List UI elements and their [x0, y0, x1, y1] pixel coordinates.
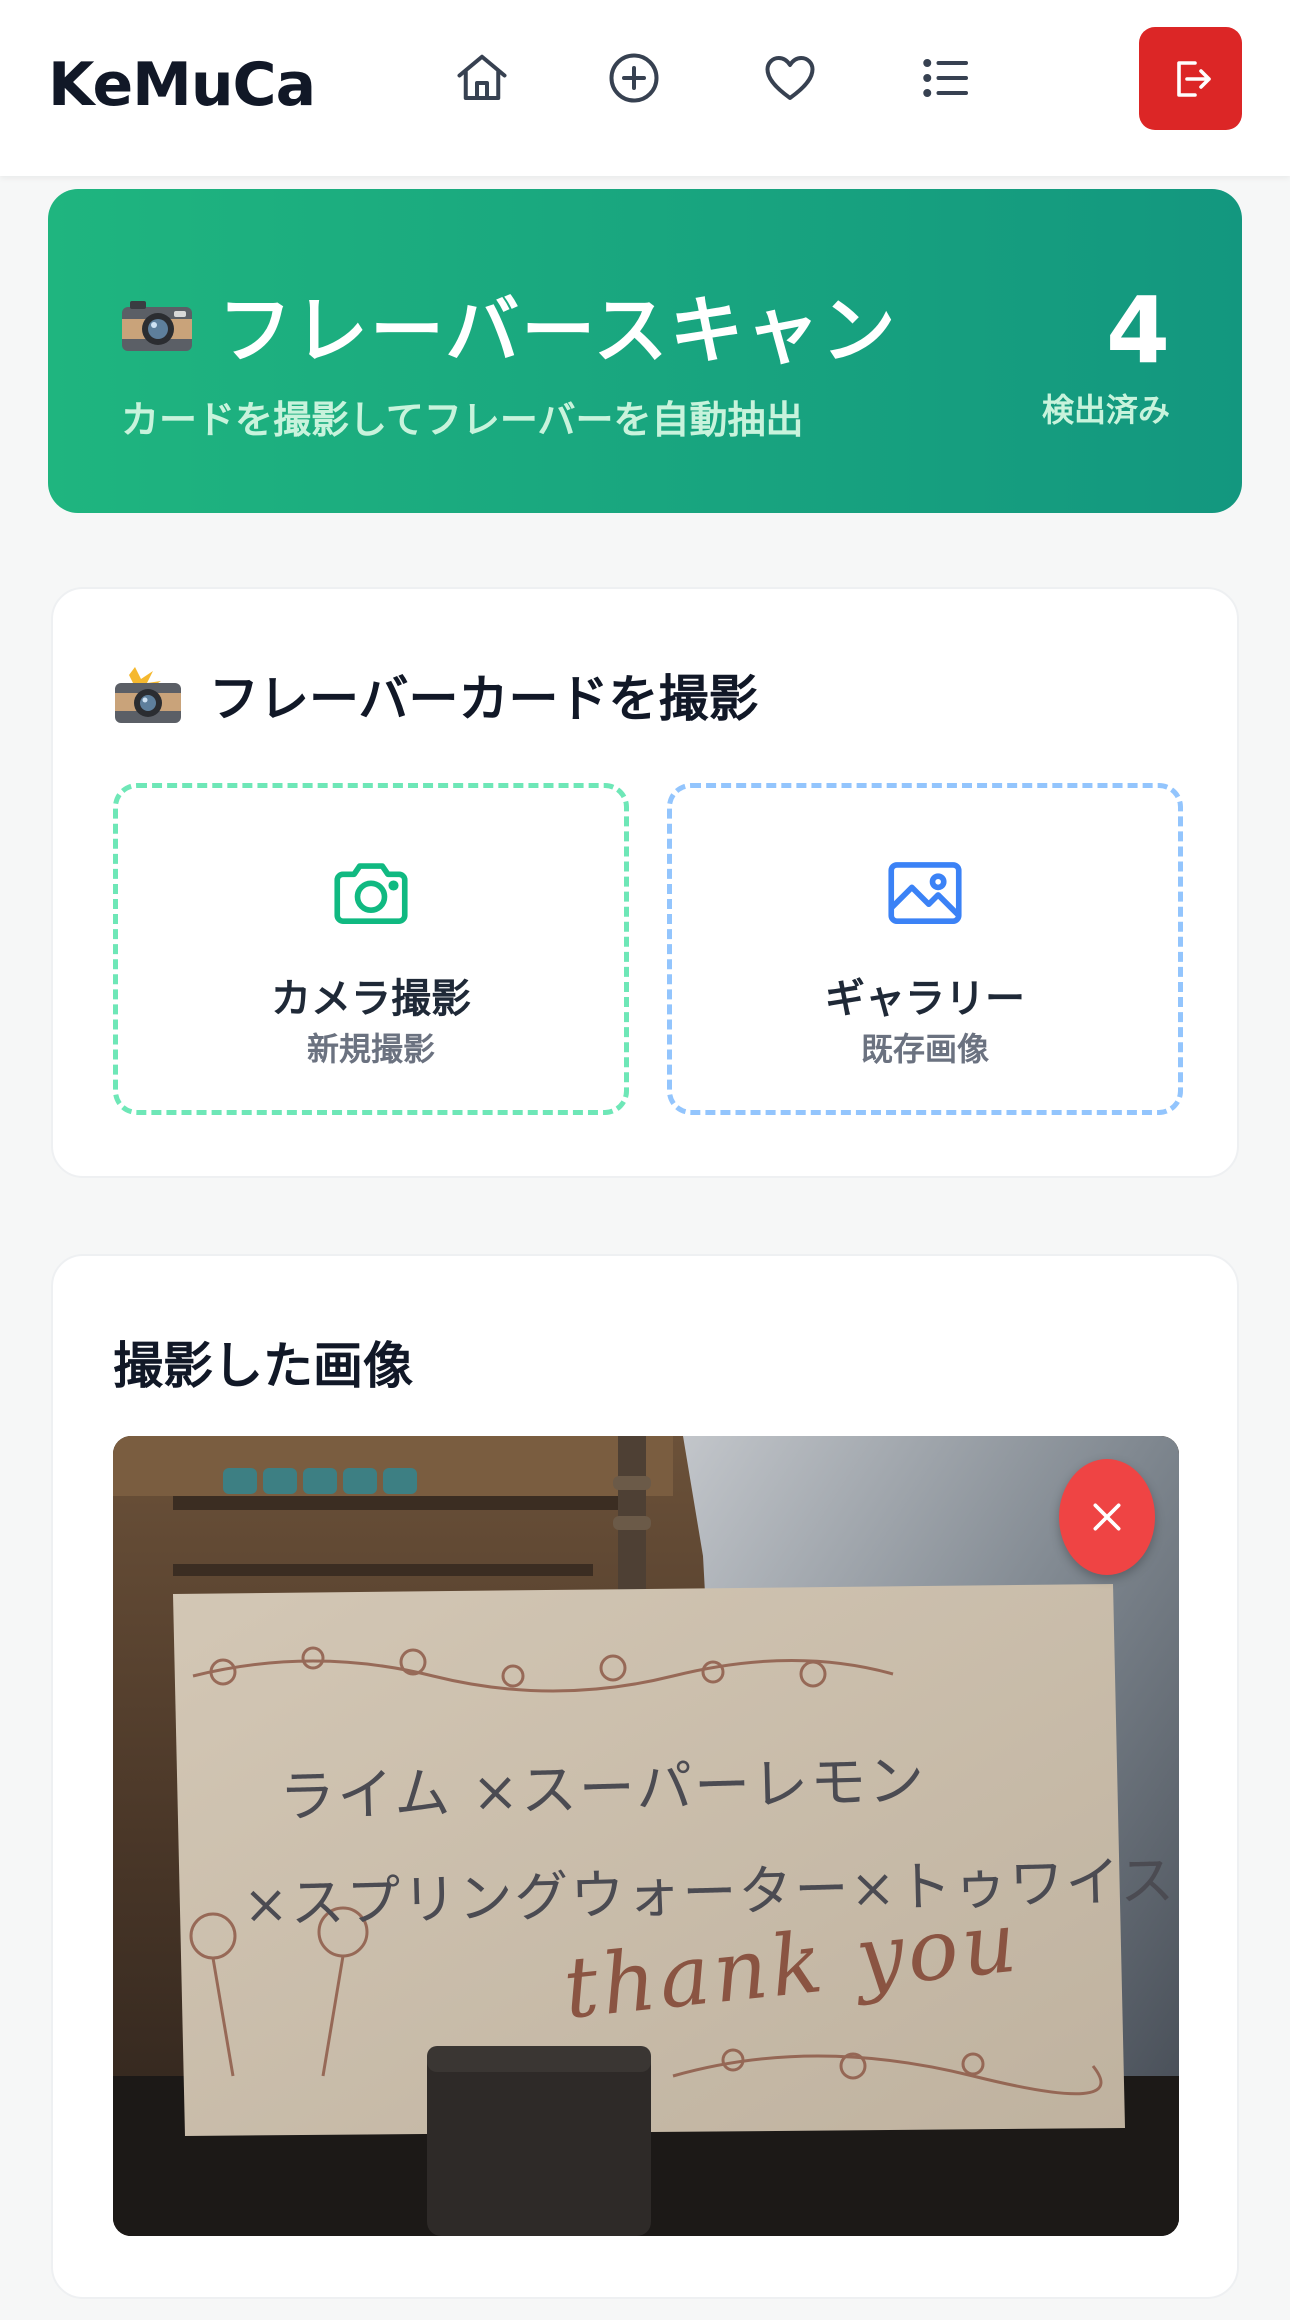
camera-flash-emoji-icon	[115, 667, 181, 723]
camera-emoji-icon	[122, 300, 192, 351]
gallery-option-label: ギャラリー	[825, 976, 1025, 1022]
list-icon[interactable]	[904, 36, 988, 120]
flavor-scan-banner: フレーバースキャン カードを撮影してフレーバーを自動抽出 4 検出済み	[48, 189, 1242, 513]
banner-subtitle: カードを撮影してフレーバーを自動抽出	[121, 398, 804, 442]
logout-icon	[1176, 60, 1211, 97]
detected-count: 4	[1105, 277, 1170, 384]
gallery-select-button[interactable]: ギャラリー 既存画像	[667, 783, 1183, 1115]
home-icon[interactable]	[440, 36, 524, 120]
plus-circle-icon[interactable]	[592, 36, 676, 120]
top-navigation-bar: KeMuCa	[0, 0, 1290, 176]
camera-option-label: カメラ撮影	[271, 976, 471, 1022]
close-icon	[1093, 1503, 1121, 1531]
captured-section-title: 撮影した画像	[113, 1337, 413, 1395]
remove-image-button[interactable]	[1059, 1459, 1155, 1575]
captured-photo: ライム ×スーパーレモン ×スプリングウォーター×トゥワイス thank you	[113, 1436, 1179, 2236]
camera-option-sub: 新規撮影	[306, 1030, 435, 1068]
capture-card: フレーバーカードを撮影 カメラ撮影 新規撮影 ギャラリー 既存画像	[51, 587, 1239, 1178]
gallery-option-sub: 既存画像	[860, 1030, 989, 1068]
banner-title-row: フレーバースキャン	[120, 271, 898, 378]
camera-capture-button[interactable]: カメラ撮影 新規撮影	[113, 783, 629, 1115]
app-logo[interactable]: KeMuCa	[48, 50, 316, 120]
captured-image-card: 撮影した画像 ライム ×スーパーレモン ×スプリングウォーター×トゥワイス th…	[51, 1254, 1239, 2299]
image-icon	[888, 862, 962, 924]
camera-icon	[334, 863, 408, 924]
heart-icon[interactable]	[748, 36, 832, 120]
capture-title-text: フレーバーカードを撮影	[209, 670, 759, 728]
detected-count-label: 検出済み	[1041, 391, 1170, 429]
logout-button[interactable]	[1139, 27, 1242, 130]
capture-section-title: フレーバーカードを撮影	[113, 659, 759, 731]
captured-photo-scene	[113, 1436, 1179, 2236]
banner-title: フレーバースキャン	[218, 288, 898, 374]
